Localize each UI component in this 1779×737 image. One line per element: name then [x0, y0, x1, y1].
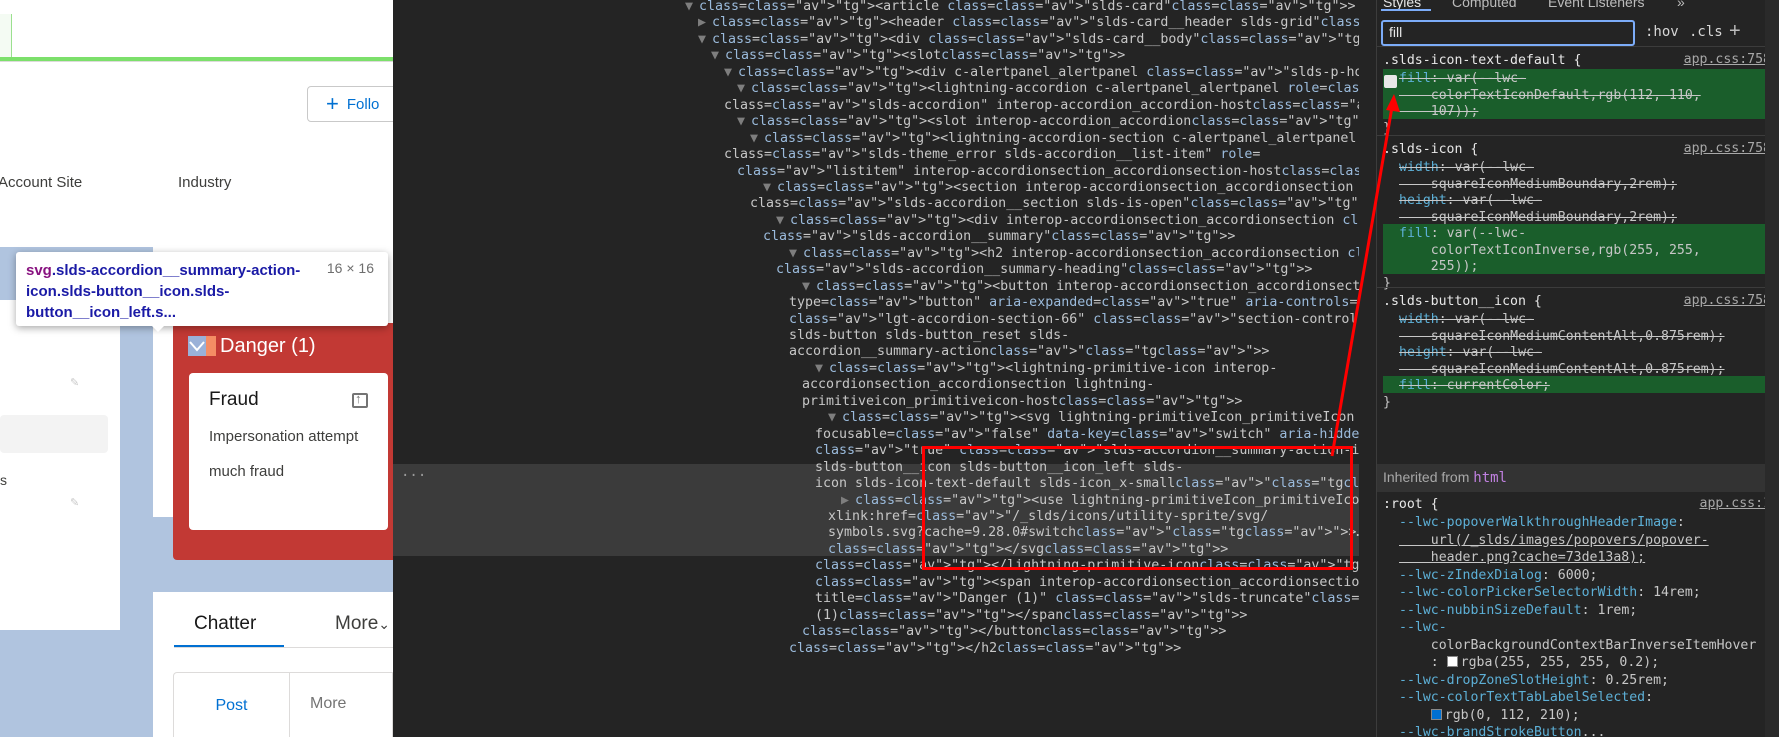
css-variable-declaration[interactable]: --lwc-nubbinSizeDefault: 1rem;	[1399, 602, 1637, 620]
rule-close-brace[interactable]: }	[1383, 275, 1391, 293]
fraud-description: Impersonation attempt	[209, 428, 359, 445]
property-checkbox[interactable]	[1384, 75, 1397, 88]
css-variable-declaration[interactable]: --lwc-zIndexDialog: 6000;	[1399, 567, 1598, 585]
style-rule-selector[interactable]: .slds-icon {	[1383, 141, 1478, 159]
style-rule-divider	[1377, 46, 1779, 47]
popout-icon[interactable]	[352, 391, 368, 408]
publisher: Post More	[173, 672, 393, 737]
css-declaration[interactable]: width: var(--lwc-	[1399, 159, 1534, 177]
danger-title: Danger (1)	[220, 334, 316, 357]
css-variable-declaration[interactable]: --lwc-	[1399, 619, 1447, 637]
side-text: s	[0, 472, 7, 488]
tab-divider	[174, 647, 393, 648]
active-tab-underline	[1381, 9, 1431, 11]
sidebar-tabs: Styles Computed Event Listeners »	[1377, 0, 1779, 12]
css-variable-declaration[interactable]: rgb(0, 112, 210);	[1399, 707, 1580, 725]
tab-computed[interactable]: Computed	[1452, 0, 1517, 10]
tab-event-listeners[interactable]: Event Listeners	[1548, 0, 1645, 10]
highlighted-row	[0, 415, 108, 453]
fraud-note: much fraud	[209, 463, 285, 480]
annotation-box	[922, 446, 1353, 570]
salesforce-page: + Follo Account Site Industry ✎ s ✎ Dang…	[0, 0, 393, 737]
expand-toggle-icon[interactable]: ▼	[711, 46, 725, 65]
more-tabs-icon[interactable]: »	[1677, 0, 1685, 10]
css-declaration[interactable]: width: var(--lwc-	[1399, 311, 1534, 329]
follow-label: Follo	[346, 95, 380, 113]
follow-button[interactable]: + Follo	[307, 86, 393, 122]
css-variable-declaration[interactable]: --lwc-colorPickerSelectorWidth: 14rem;	[1399, 584, 1701, 602]
root-source-link[interactable]: app.css:1	[1700, 496, 1771, 511]
css-variable-declaration[interactable]: --lwc-brandStrokeButton...	[1399, 724, 1605, 737]
field-label-account-site: Account Site	[0, 174, 83, 191]
css-variable-declaration[interactable]: --lwc-dropZoneSlotHeight: 0.25rem;	[1399, 672, 1669, 690]
more-tab[interactable]: More	[310, 695, 346, 713]
fraud-title: Fraud	[209, 389, 259, 410]
css-variable-declaration[interactable]: --lwc-colorTextTabLabelSelected:	[1399, 689, 1653, 707]
tooltip-classes: .slds-accordion__summary-action-icon.sld…	[26, 262, 301, 321]
expand-toggle-icon[interactable]: ▼	[724, 63, 738, 82]
styles-pane: Styles Computed Event Listeners » fill :…	[1376, 0, 1779, 737]
css-variable-declaration[interactable]: --lwc-popoverWalkthroughHeaderImage:	[1399, 514, 1685, 532]
expand-toggle-icon[interactable]: ▼	[698, 30, 712, 49]
color-swatch[interactable]	[1446, 656, 1458, 667]
tooltip-dimensions: 16 × 16	[326, 260, 374, 276]
cls-toggle[interactable]: .cls	[1689, 24, 1723, 40]
tab-chatter[interactable]: Chatter	[194, 613, 256, 635]
inherited-label: Inherited from	[1383, 469, 1470, 485]
elements-panel: ... ▼ class=class="av">"tg"><article clas…	[393, 0, 1359, 737]
css-variable-declaration[interactable]: colorBackgroundContextBarInverseItemHove…	[1399, 637, 1757, 655]
active-tab-indicator	[0, 14, 12, 58]
expand-toggle-icon[interactable]: ▼	[737, 112, 751, 131]
chevron-down-icon[interactable]	[188, 336, 216, 356]
progress-bar	[0, 57, 393, 61]
hov-toggle[interactable]: :hov	[1645, 24, 1679, 40]
inspect-tooltip: svg.slds-accordion__summary-action-icon.…	[16, 252, 388, 326]
css-declaration[interactable]: 107));	[1399, 103, 1479, 121]
css-variable-declaration[interactable]: header.png?cache=73de13a8);	[1399, 549, 1645, 567]
inherited-tag[interactable]: html	[1473, 470, 1507, 486]
style-source-link[interactable]: app.css:758	[1684, 141, 1771, 156]
style-rule-divider	[1377, 135, 1779, 136]
chevron-down-icon: ⌄	[378, 616, 391, 632]
css-variable-declaration[interactable]: url(/_slds/images/popovers/popover-	[1399, 532, 1709, 550]
field-label-industry: Industry	[178, 174, 232, 191]
css-declaration[interactable]: height: var(--lwc-	[1399, 344, 1542, 362]
page-topbar	[0, 0, 393, 62]
tooltip-tag: svg	[26, 262, 52, 279]
tooltip-arrow	[150, 324, 166, 332]
tab-more-label: More	[335, 613, 379, 634]
node-actions-ellipsis[interactable]: ...	[401, 464, 426, 480]
edit-pencil-icon[interactable]: ✎	[70, 496, 79, 509]
styles-scrollbar[interactable]	[1765, 0, 1779, 737]
css-declaration[interactable]: squareIconMediumBoundary,2rem);	[1399, 176, 1677, 194]
tab-more[interactable]: More⌄	[335, 613, 390, 635]
css-declaration[interactable]: squareIconMediumContentAlt,0.875rem);	[1399, 328, 1725, 346]
plus-icon: +	[326, 91, 339, 116]
post-tab[interactable]: Post	[174, 673, 290, 737]
expand-toggle-icon[interactable]: ▼	[685, 0, 699, 16]
css-declaration[interactable]: height: var(--lwc-	[1399, 192, 1542, 210]
inherited-from-header: Inherited from html	[1377, 464, 1779, 492]
new-style-rule-button[interactable]: +	[1729, 20, 1741, 43]
tooltip-selector: svg.slds-accordion__summary-action-icon.…	[26, 260, 316, 323]
css-variable-declaration[interactable]: : rgba(255, 255, 255, 0.2);	[1399, 654, 1659, 672]
style-source-link[interactable]: app.css:758	[1684, 52, 1771, 67]
style-source-link[interactable]: app.css:758	[1684, 293, 1771, 308]
dom-node-line[interactable]: class=class="av">"tg"></h2class=class="a…	[789, 639, 1181, 658]
css-declaration[interactable]: 255));	[1399, 258, 1479, 276]
record-header: + Follo Account Site Industry	[0, 62, 393, 247]
style-rule-selector[interactable]: .slds-icon-text-default {	[1383, 52, 1582, 70]
style-rule-selector[interactable]: .slds-button__icon {	[1383, 293, 1542, 311]
css-declaration[interactable]: fill: currentColor;	[1399, 377, 1550, 395]
color-swatch[interactable]	[1430, 708, 1442, 720]
edit-pencil-icon[interactable]: ✎	[70, 376, 79, 389]
style-rule-divider	[1377, 287, 1779, 288]
rule-close-brace[interactable]: }	[1383, 394, 1391, 412]
danger-accordion-summary[interactable]: Danger (1)	[188, 331, 316, 361]
fraud-alert-card: Fraud Impersonation attempt much fraud	[189, 373, 388, 530]
side-panel: ✎ s ✎	[0, 300, 120, 630]
root-selector[interactable]: :root {	[1383, 496, 1439, 514]
styles-filter-input[interactable]: fill	[1381, 20, 1635, 46]
